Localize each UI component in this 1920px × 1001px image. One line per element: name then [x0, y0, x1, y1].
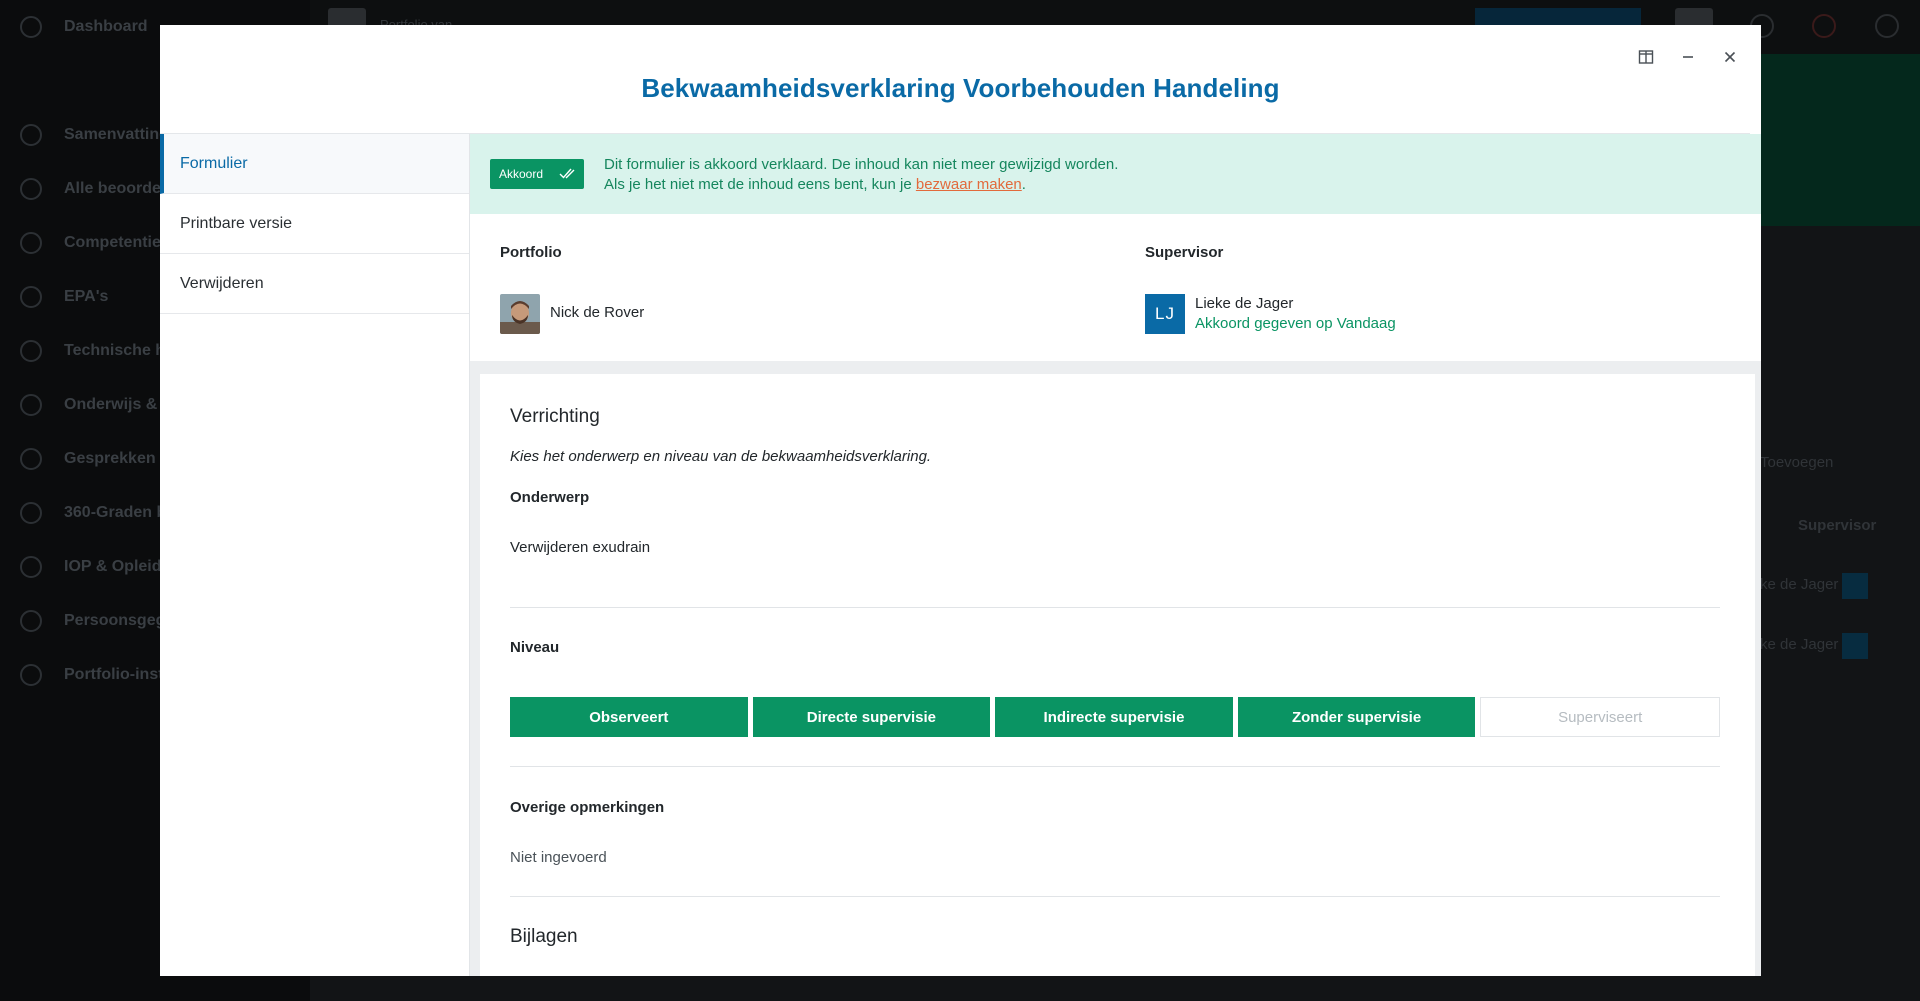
bg-add-label: Toevoegen — [1760, 454, 1834, 471]
close-icon — [1724, 51, 1736, 63]
id-card-icon — [20, 610, 42, 632]
divider — [510, 766, 1720, 767]
people-panel: Portfolio Nick de Rover Supervisor LJ Li… — [470, 214, 1761, 364]
notice-line-2-prefix: Als je het niet met de inhoud eens bent,… — [604, 176, 916, 193]
home-icon — [20, 124, 42, 146]
level-directe-supervisie[interactable]: Directe supervisie — [752, 697, 991, 737]
portfolio-heading: Portfolio — [500, 244, 562, 261]
level-superviseert[interactable]: Superviseert — [1480, 697, 1720, 737]
supervisor-name: Lieke de Jager — [1195, 295, 1294, 312]
level-indirecte-supervisie[interactable]: Indirecte supervisie — [995, 697, 1233, 737]
opmerkingen-label: Overige opmerkingen — [510, 799, 665, 816]
chat-icon — [20, 448, 42, 470]
asterisk-icon — [20, 232, 42, 254]
square-icon — [20, 286, 42, 308]
form-instruction: Kies het onderwerp en niveau van de bekw… — [510, 448, 932, 465]
divider — [510, 896, 1720, 897]
target-icon — [20, 556, 42, 578]
close-button[interactable] — [1716, 43, 1744, 71]
bg-supervisor-col: Supervisor — [1798, 517, 1877, 534]
minimize-icon — [1683, 56, 1693, 58]
bell-icon — [1812, 14, 1836, 38]
education-icon — [20, 394, 42, 416]
objection-link[interactable]: bezwaar maken — [916, 176, 1022, 193]
portfolio-avatar-image — [500, 294, 540, 334]
split-view-button[interactable] — [1632, 43, 1660, 71]
bg-sidebar-label: Gesprekken — [64, 450, 156, 467]
form-modal: Bekwaamheidsverklaring Voorbehouden Hand… — [160, 25, 1761, 976]
bg-sidebar-label: Dashboard — [64, 18, 148, 35]
form-content: Akkoord Dit formulier is akkoord verklaa… — [470, 134, 1761, 976]
modal-title: Bekwaamheidsverklaring Voorbehouden Hand… — [641, 73, 1280, 103]
minimize-button[interactable] — [1674, 43, 1702, 71]
niveau-scale: Observeert Directe supervisie Indirecte … — [510, 697, 1720, 737]
onderwerp-value: Verwijderen exudrain — [510, 539, 651, 556]
section-title-verrichting: Verrichting — [510, 406, 600, 427]
supervisor-status: Akkoord gegeven op Vandaag — [1195, 315, 1396, 332]
avatar — [500, 294, 540, 334]
bg-sidebar-label: Competenties — [64, 234, 170, 251]
bg-row-avatar — [1842, 633, 1868, 659]
approval-notice: Akkoord Dit formulier is akkoord verklaa… — [470, 134, 1761, 214]
circle-icon — [20, 340, 42, 362]
notice-line-2: Als je het niet met de inhoud eens bent,… — [604, 175, 1118, 195]
double-check-icon — [559, 168, 575, 179]
bg-sidebar-label: EPA's — [64, 288, 109, 305]
notice-text: Dit formulier is akkoord verklaard. De i… — [604, 155, 1118, 195]
nav-item-formulier[interactable]: Formulier — [160, 134, 469, 194]
gear-icon — [20, 664, 42, 686]
nav-item-verwijderen[interactable]: Verwijderen — [160, 254, 469, 314]
opmerkingen-value: Niet ingevoerd — [510, 849, 607, 866]
divider — [510, 607, 1720, 608]
nav-item-printbare-versie[interactable]: Printbare versie — [160, 194, 469, 254]
portfolio-name: Nick de Rover — [550, 304, 645, 321]
calendar-icon — [20, 178, 42, 200]
level-zonder-supervisie[interactable]: Zonder supervisie — [1237, 697, 1476, 737]
approved-badge: Akkoord — [490, 159, 584, 189]
form-side-nav: Formulier Printbare versie Verwijderen — [160, 134, 470, 976]
power-icon — [1875, 14, 1899, 38]
notice-line-1: Dit formulier is akkoord verklaard. De i… — [604, 156, 1119, 173]
section-title-bijlagen: Bijlagen — [510, 926, 578, 947]
approved-badge-label: Akkoord — [499, 167, 544, 181]
supervisor-avatar: LJ — [1145, 294, 1185, 334]
notice-line-2-suffix: . — [1021, 176, 1026, 193]
dashboard-icon — [20, 16, 42, 38]
bg-sidebar-label: Samenvatting — [64, 126, 169, 143]
form-card: Verrichting Kies het onderwerp en niveau… — [480, 374, 1755, 976]
niveau-label: Niveau — [510, 639, 560, 656]
bg-row-avatar — [1842, 573, 1868, 599]
network-icon — [20, 502, 42, 524]
onderwerp-label: Onderwerp — [510, 489, 590, 506]
level-observeert[interactable]: Observeert — [510, 697, 748, 737]
modal-header: Bekwaamheidsverklaring Voorbehouden Hand… — [160, 25, 1761, 133]
supervisor-heading: Supervisor — [1145, 244, 1224, 261]
people-divider — [470, 361, 1761, 364]
split-view-icon — [1638, 50, 1654, 64]
